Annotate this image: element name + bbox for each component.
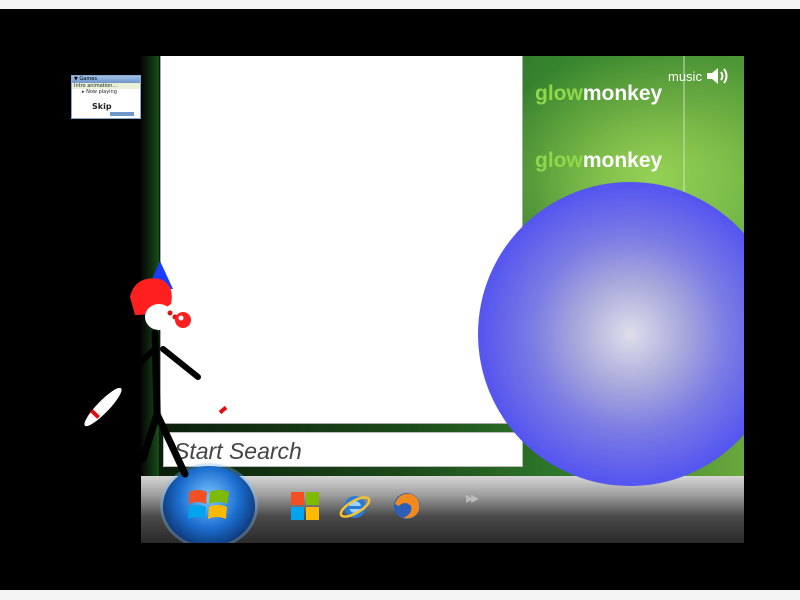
- firefox-icon[interactable]: [389, 488, 425, 524]
- brand-glow-text: glow: [535, 82, 583, 105]
- internet-explorer-icon[interactable]: [337, 488, 373, 524]
- brand-logo-second: glowmonkey: [535, 149, 662, 173]
- mini-window-controls: [110, 112, 134, 116]
- music-label: music: [668, 68, 702, 84]
- brand-glow-text: glow: [535, 149, 583, 172]
- brand-logo-top: glowmonkey: [535, 82, 662, 106]
- windows-flag-icon[interactable]: [287, 488, 323, 524]
- skip-button[interactable]: Skip: [92, 102, 112, 111]
- juggling-pin: [84, 387, 122, 427]
- brand-monkey-text: monkey: [582, 149, 663, 172]
- speaker-icon: [706, 68, 728, 84]
- clown-character[interactable]: [75, 249, 235, 479]
- brand-monkey-text: monkey: [582, 82, 663, 105]
- taskbar-arrows-icon: ▸▸: [466, 490, 479, 507]
- music-toggle[interactable]: music: [668, 66, 730, 86]
- mini-window-header: ▼ Games: [72, 76, 140, 83]
- clown-nose: [175, 312, 191, 328]
- game-frame: ▼ Games Intro animation... ▸ Now playing…: [0, 9, 800, 590]
- mini-intro-window: ▼ Games Intro animation... ▸ Now playing…: [71, 75, 141, 119]
- now-playing-label: ▸ Now playing: [82, 89, 117, 95]
- clown-face: [145, 304, 173, 330]
